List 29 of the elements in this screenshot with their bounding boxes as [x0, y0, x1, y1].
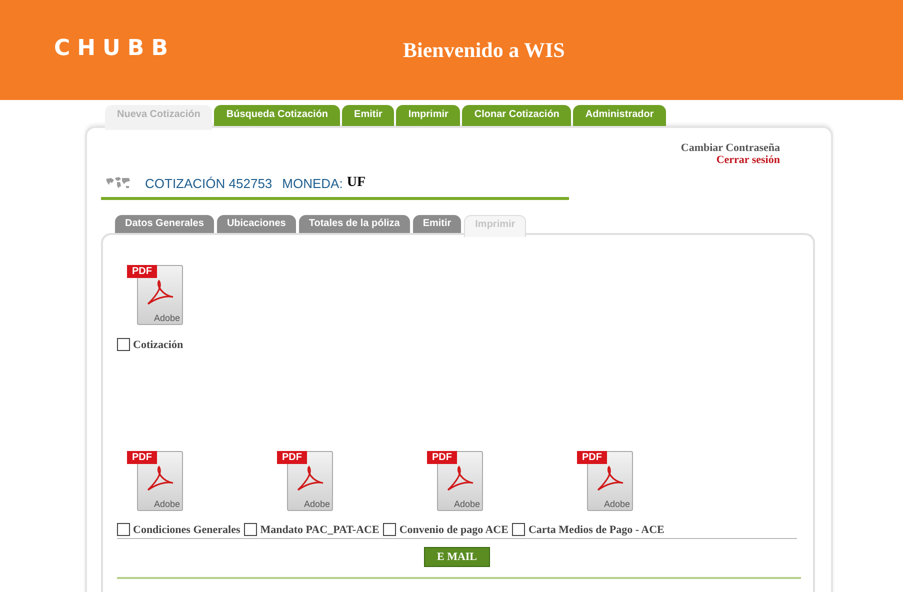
nav-tab[interactable]: Imprimir — [396, 105, 460, 126]
nav-tab[interactable]: Nueva Cotización — [105, 105, 212, 130]
checkbox[interactable] — [117, 338, 130, 351]
checkbox[interactable] — [512, 523, 526, 536]
email-button[interactable]: E MAIL — [424, 547, 490, 567]
nav-tab[interactable]: Administrador — [573, 105, 666, 126]
section-tab[interactable]: Datos Generales — [115, 215, 214, 233]
section-tab[interactable]: Totales de la póliza — [298, 215, 410, 233]
change-password-link[interactable]: Cambiar Contraseña — [680, 142, 780, 154]
document-label: Carta Medios de Pago - ACE — [528, 524, 664, 536]
section-tab[interactable]: Ubicaciones — [216, 215, 296, 233]
document-label: Convenio de pago ACE — [399, 524, 508, 536]
page-title: Bienvenido a WIS — [403, 38, 565, 63]
logo: CHUBB — [54, 36, 175, 60]
nav-tab[interactable]: Búsqueda Cotización — [214, 105, 340, 126]
world-map-icon — [105, 176, 131, 190]
section-tab[interactable]: Emitir — [412, 215, 462, 233]
document-label: Condiciones Generales — [133, 524, 240, 536]
checkbox[interactable] — [244, 523, 258, 536]
nav-tab[interactable]: Clonar Cotización — [462, 105, 572, 126]
quote-number: COTIZACIÓN 452753 — [145, 176, 272, 190]
currency-label: MONEDA: — [282, 176, 343, 190]
checkbox[interactable] — [383, 523, 396, 536]
document-label: Mandato PAC_PAT-ACE — [260, 524, 380, 536]
checkbox[interactable] — [117, 523, 130, 536]
nav-tab[interactable]: Emitir — [342, 105, 394, 126]
currency-value: UF — [346, 175, 366, 191]
logout-link[interactable]: Cerrar sesión — [716, 154, 780, 166]
document-label: Cotización — [133, 338, 184, 350]
